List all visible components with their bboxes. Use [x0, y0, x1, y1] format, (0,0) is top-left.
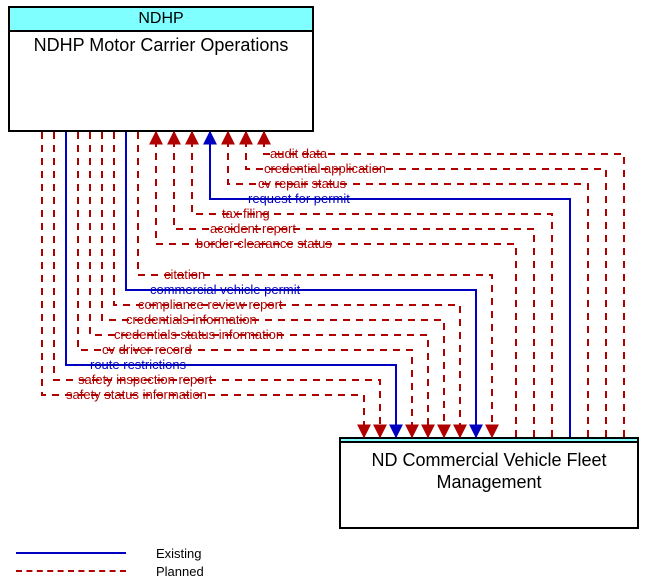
- legend-label: Planned: [156, 564, 204, 579]
- flow-label: commercial vehicle permit: [150, 283, 300, 297]
- flow-label: credentials status information: [114, 328, 283, 342]
- node-header: NDHP: [10, 8, 312, 32]
- legend-planned: Planned: [16, 562, 204, 580]
- flow-label: citation: [164, 268, 205, 282]
- legend-existing: Existing: [16, 544, 204, 562]
- flow-label: cv driver record: [102, 343, 192, 357]
- node-nd-commercial-vehicle-fleet-management[interactable]: ND Commercial Vehicle Fleet Management: [339, 437, 639, 529]
- legend-line-existing: [16, 552, 126, 554]
- flow-label: route restrictions: [90, 358, 186, 372]
- flow-label: request for permit: [248, 192, 350, 206]
- flow-label: audit data: [270, 147, 327, 161]
- legend: Existing Planned: [16, 544, 204, 580]
- flow-label: safety status information: [66, 388, 207, 402]
- node-title: ND Commercial Vehicle Fleet Management: [341, 443, 637, 495]
- flow-label: cv repair status: [258, 177, 346, 191]
- node-title: NDHP Motor Carrier Operations: [10, 32, 312, 58]
- flow-label: tax filing: [222, 207, 270, 221]
- flow-label: border clearance status: [196, 237, 332, 251]
- flow-label: accident report: [210, 222, 296, 236]
- legend-label: Existing: [156, 546, 202, 561]
- flow-label: compliance review report: [138, 298, 283, 312]
- legend-line-planned: [16, 570, 126, 572]
- flow-label: credential application: [264, 162, 386, 176]
- flow-label: credentials information: [126, 313, 257, 327]
- flow-label: safety inspection report: [78, 373, 212, 387]
- node-ndhp-motor-carrier-operations[interactable]: NDHP NDHP Motor Carrier Operations: [8, 6, 314, 132]
